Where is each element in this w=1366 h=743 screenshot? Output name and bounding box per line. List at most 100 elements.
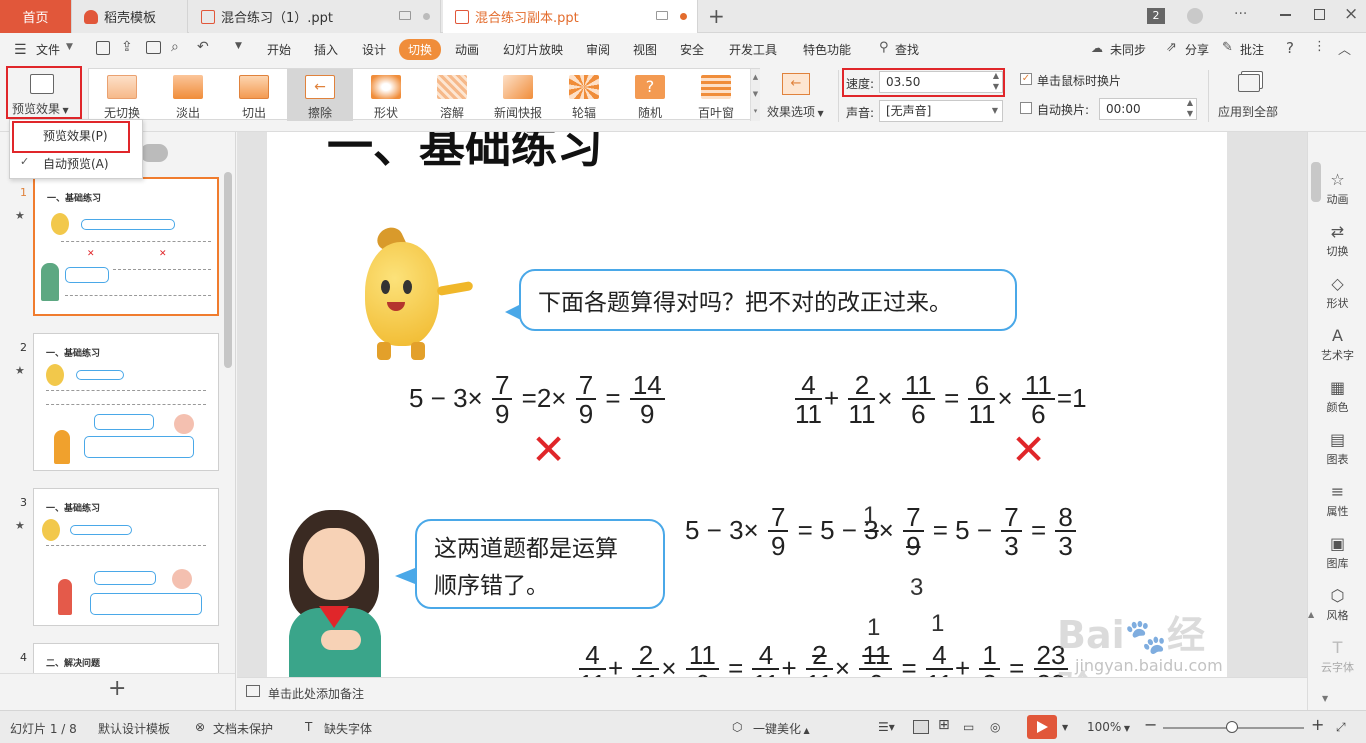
restore-icon[interactable] bbox=[1314, 9, 1325, 20]
menu-file[interactable]: 文件 bbox=[36, 41, 60, 58]
play-slideshow-button[interactable] bbox=[1027, 715, 1057, 739]
slide-thumbnail-1[interactable]: 一、基础练习 ✕ ✕ bbox=[33, 177, 219, 316]
help-icon[interactable]: ? bbox=[1286, 39, 1294, 57]
chart-icon: ▤ bbox=[1329, 430, 1346, 449]
watermark-url: jingyan.baidu.com bbox=[1075, 656, 1223, 675]
pane-wordart[interactable]: A 艺术字 bbox=[1308, 326, 1366, 363]
new-tab-plus-icon[interactable]: + bbox=[708, 4, 725, 28]
tab-docer-templates[interactable]: 稻壳模板 bbox=[72, 0, 188, 33]
effect-none[interactable]: 无切换 bbox=[89, 69, 155, 121]
menu-security[interactable]: 安全 bbox=[680, 41, 704, 58]
effect-options-button[interactable]: ← 效果选项 ▼ bbox=[766, 68, 834, 120]
presenter-view-icon[interactable]: ◎ bbox=[990, 720, 1000, 734]
effect-cut[interactable]: 切出 bbox=[221, 69, 287, 121]
comment-icon: ✎ bbox=[1222, 40, 1233, 55]
collapse-ribbon-icon[interactable]: ︿ bbox=[1338, 39, 1351, 58]
menu-review[interactable]: 审阅 bbox=[586, 41, 610, 58]
slide-editor[interactable]: 一、基础练习 下面各题算得对吗？把不对的改正过来。 5 − 3× 79 =2× … bbox=[237, 132, 1307, 677]
close-icon[interactable]: × bbox=[1344, 4, 1358, 24]
customize-arrow-icon[interactable]: ▼ bbox=[235, 41, 242, 51]
minimize-icon[interactable] bbox=[1280, 14, 1291, 16]
effect-fade[interactable]: 淡出 bbox=[155, 69, 221, 121]
menu-view[interactable]: 视图 bbox=[633, 41, 657, 58]
pane-properties[interactable]: ≡ 属性 bbox=[1308, 482, 1366, 519]
speech-bubble-2: 这两道题都是运算 顺序错了。 bbox=[415, 519, 665, 609]
click-change-checkbox[interactable]: ✓ bbox=[1020, 73, 1032, 85]
slide-thumbnail-4[interactable]: 二、解决问题 bbox=[33, 643, 219, 673]
slide-thumbnail-2[interactable]: 一、基础练习 bbox=[33, 333, 219, 471]
menu-slideshow[interactable]: 幻灯片放映 bbox=[503, 41, 563, 58]
notes-toggle-icon[interactable]: ☰▾ bbox=[878, 720, 895, 734]
monitor-icon bbox=[399, 10, 411, 20]
effect-newsflash[interactable]: 新闻快报 bbox=[485, 69, 551, 121]
missing-fonts[interactable]: 缺失字体 bbox=[324, 720, 372, 737]
pane-cloud-font[interactable]: T 云字体 bbox=[1308, 638, 1366, 675]
menu-design[interactable]: 设计 bbox=[362, 41, 386, 58]
more-icon[interactable]: ··· bbox=[1234, 6, 1247, 22]
more-options-icon[interactable]: ⋮ bbox=[1313, 39, 1326, 54]
sound-select[interactable]: [无声音] ▼ bbox=[879, 100, 1003, 122]
pane-shape[interactable]: ◇ 形状 bbox=[1308, 274, 1366, 311]
panel-toggle[interactable] bbox=[140, 144, 168, 162]
menu-start[interactable]: 开始 bbox=[267, 41, 291, 58]
play-options-chevron-icon[interactable]: ▼ bbox=[1062, 723, 1068, 732]
tab-document-2[interactable]: 混合练习副本.ppt bbox=[443, 0, 698, 33]
effect-wipe[interactable]: ← 擦除 bbox=[287, 69, 353, 121]
zoom-level[interactable]: 100% ▼ bbox=[1087, 720, 1130, 734]
reading-view-icon[interactable]: ▭ bbox=[963, 720, 974, 734]
pane-animation[interactable]: ☆ 动画 bbox=[1308, 170, 1366, 207]
normal-view-icon[interactable] bbox=[913, 720, 929, 734]
window-count-badge[interactable]: 2 bbox=[1147, 8, 1165, 24]
design-template[interactable]: 默认设计模板 bbox=[98, 720, 170, 737]
sync-status[interactable]: 未同步 bbox=[1110, 41, 1146, 58]
hamburger-icon[interactable]: ☰ bbox=[14, 42, 27, 58]
menu-item-auto-preview[interactable]: 自动预览(A) bbox=[43, 155, 109, 172]
zoom-slider-handle[interactable] bbox=[1226, 721, 1238, 733]
thumbnail-scrollbar[interactable] bbox=[224, 172, 232, 368]
effect-dissolve[interactable]: 溶解 bbox=[419, 69, 485, 121]
zoom-in-icon[interactable]: + bbox=[1311, 715, 1324, 734]
girl-character-image bbox=[279, 510, 391, 677]
tab-document-1[interactable]: 混合练习（1）.ppt bbox=[189, 0, 441, 33]
share-button[interactable]: 分享 bbox=[1185, 41, 1209, 58]
one-click-beautify[interactable]: 一键美化 ▲ bbox=[753, 720, 810, 737]
auto-change-checkbox[interactable] bbox=[1020, 102, 1032, 114]
fit-window-icon[interactable]: ⤢ bbox=[1336, 720, 1346, 735]
scroll-down-icon[interactable]: ▼ bbox=[1322, 694, 1328, 703]
save-icon[interactable] bbox=[96, 41, 110, 55]
pane-gallery[interactable]: ▣ 图库 bbox=[1308, 534, 1366, 571]
gallery-scroll[interactable]: ▲ ▼ ▾ bbox=[750, 69, 760, 121]
tab-home[interactable]: 首页 bbox=[0, 0, 72, 33]
sorter-view-icon[interactable]: ⊞ bbox=[938, 717, 950, 733]
scroll-up-icon[interactable]: ▲ bbox=[1308, 610, 1318, 619]
menu-developer[interactable]: 开发工具 bbox=[729, 41, 777, 58]
effect-blinds[interactable]: 百叶窗 bbox=[683, 69, 749, 121]
comment-button[interactable]: 批注 bbox=[1240, 41, 1264, 58]
apply-all-button[interactable]: 应用到全部 bbox=[1214, 68, 1284, 120]
menu-animation[interactable]: 动画 bbox=[455, 41, 479, 58]
document-protect[interactable]: 文档未保护 bbox=[213, 720, 273, 737]
notes-bar[interactable]: 单击此处添加备注 bbox=[237, 677, 1307, 710]
effect-wheel[interactable]: 轮辐 bbox=[551, 69, 617, 121]
zoom-out-icon[interactable]: − bbox=[1144, 715, 1157, 734]
menu-transition[interactable]: 切换 bbox=[399, 39, 442, 60]
effect-shape[interactable]: 形状 bbox=[353, 69, 419, 121]
print-preview-icon[interactable]: ⌕ bbox=[171, 39, 179, 55]
add-slide-plus-icon[interactable]: + bbox=[108, 676, 126, 701]
print-icon[interactable] bbox=[146, 41, 161, 54]
notes-placeholder[interactable]: 单击此处添加备注 bbox=[268, 685, 364, 702]
auto-time-input[interactable]: 00:00 ▲ ▼ bbox=[1099, 98, 1197, 120]
current-slide[interactable]: 一、基础练习 下面各题算得对吗？把不对的改正过来。 5 − 3× 79 =2× … bbox=[267, 132, 1227, 677]
avatar[interactable] bbox=[1187, 8, 1203, 24]
slide-thumbnail-3[interactable]: 一、基础练习 bbox=[33, 488, 219, 626]
pane-chart[interactable]: ▤ 图表 bbox=[1308, 430, 1366, 467]
menu-insert[interactable]: 插入 bbox=[314, 41, 338, 58]
search-icon[interactable]: ⚲ bbox=[879, 40, 889, 55]
menu-features[interactable]: 特色功能 bbox=[803, 41, 851, 58]
search-button[interactable]: 查找 bbox=[895, 41, 919, 58]
export-icon[interactable]: ⇪ bbox=[121, 39, 133, 55]
pane-transition[interactable]: ⇄ 切换 bbox=[1308, 222, 1366, 259]
undo-icon[interactable]: ↶ bbox=[197, 39, 209, 55]
pane-color[interactable]: ▦ 颜色 bbox=[1308, 378, 1366, 415]
effect-random[interactable]: ? 随机 bbox=[617, 69, 683, 121]
